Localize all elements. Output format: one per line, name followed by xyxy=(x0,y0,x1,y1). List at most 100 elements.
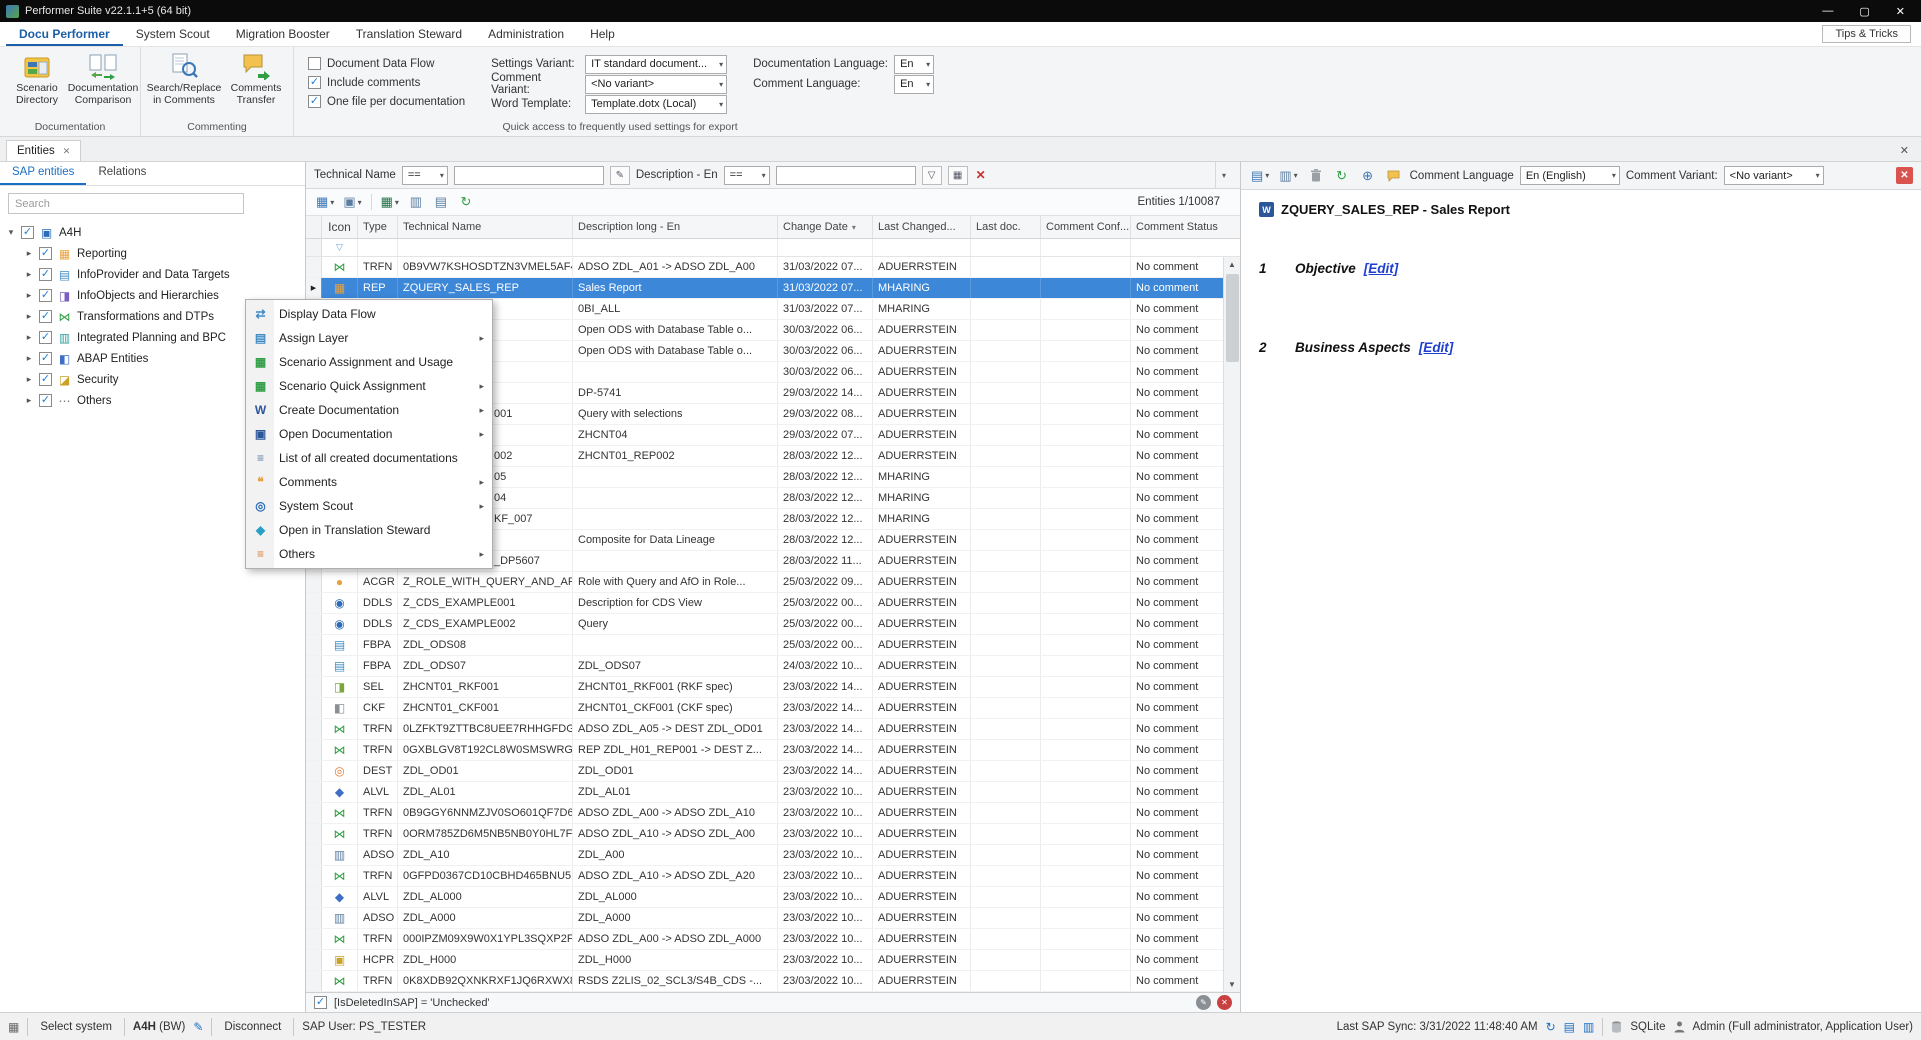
scroll-up-icon[interactable]: ▲ xyxy=(1224,257,1240,272)
table-row[interactable]: ⋈TRFN0GFPD0367CD10CBHD465BNU5ADSO ZDL_A1… xyxy=(306,866,1223,887)
scroll-down-icon[interactable]: ▼ xyxy=(1224,977,1240,992)
table-row[interactable]: ◉DDLSZ_CDS_EXAMPLE002Query25/03/2022 00.… xyxy=(306,614,1223,635)
select-comment-variant[interactable]: <No variant>▾ xyxy=(585,75,727,94)
documentation-comparison-button[interactable]: Documentation Comparison xyxy=(70,50,136,108)
ribbon-tab-help[interactable]: Help xyxy=(577,22,628,46)
ribbon-tab-administration[interactable]: Administration xyxy=(475,22,577,46)
menu-item-create-documentation[interactable]: WCreate Documentation▸ xyxy=(248,398,490,422)
minimize-button[interactable]: — xyxy=(1822,5,1833,18)
tab-entities[interactable]: Entities ✕ xyxy=(6,140,81,161)
excel-export-icon[interactable]: ▦▾ xyxy=(379,192,401,212)
filter-editor-icon[interactable]: ▽ xyxy=(922,166,942,185)
tree-item-infoprovider-and-data-targets[interactable]: ▸✓▤InfoProvider and Data Targets xyxy=(0,264,305,285)
maximize-button[interactable]: ▢ xyxy=(1859,5,1869,18)
column-header-comment-status[interactable]: Comment Status xyxy=(1131,216,1240,238)
table-row[interactable]: ⋈TRFN0B9GGY6NNMZJV0SO601QF7D6ADSO ZDL_A0… xyxy=(306,803,1223,824)
select-settings-variant[interactable]: IT standard document...▾ xyxy=(585,55,727,74)
menu-item-scenario-quick-assignment[interactable]: ▦Scenario Quick Assignment▸ xyxy=(248,374,490,398)
expander-icon[interactable]: ▸ xyxy=(24,374,34,385)
export-option-document-data-flow[interactable]: Document Data Flow xyxy=(308,54,465,73)
autofilter-cell[interactable] xyxy=(358,239,398,256)
table-row[interactable]: ⋈TRFN0LZFKT9ZTTBC8UEE7RHHGFDGFADSO ZDL_A… xyxy=(306,719,1223,740)
column-header-type[interactable]: Type xyxy=(358,216,398,238)
checkbox-icon[interactable]: ✓ xyxy=(21,226,34,239)
tab-relations[interactable]: Relations xyxy=(86,162,158,185)
refresh-icon[interactable]: ↻ xyxy=(456,192,476,212)
autofilter-cell[interactable] xyxy=(1131,239,1240,256)
layout-settings-icon[interactable]: ▦▾ xyxy=(314,192,336,212)
ribbon-tab-system-scout[interactable]: System Scout xyxy=(123,22,223,46)
checkbox-icon[interactable]: ✓ xyxy=(39,331,52,344)
close-button[interactable]: ✕ xyxy=(1896,5,1905,18)
sync-log-icon[interactable]: ▥ xyxy=(1583,1020,1594,1034)
comments-transfer-button[interactable]: Comments Transfer xyxy=(223,50,289,108)
description-filter-input[interactable] xyxy=(776,166,916,185)
technical-name-filter-input[interactable] xyxy=(454,166,604,185)
comment-variant-select[interactable]: <No variant>▾ xyxy=(1724,166,1824,185)
column-header-last-changed[interactable]: Last Changed... xyxy=(873,216,971,238)
filter-dropdown-icon[interactable]: ▾ xyxy=(1215,162,1232,188)
ribbon-tab-docu-performer[interactable]: Docu Performer xyxy=(6,22,123,46)
search-input[interactable] xyxy=(8,193,244,214)
expander-icon[interactable]: ▸ xyxy=(24,269,34,280)
edit-link[interactable]: [Edit] xyxy=(1419,340,1454,355)
autofilter-cell[interactable] xyxy=(573,239,778,256)
table-row[interactable]: ▶▦REPZQUERY_SALES_REPSales Report31/03/2… xyxy=(306,278,1223,299)
checkbox-icon[interactable]: ✓ xyxy=(39,268,52,281)
close-preview-icon[interactable]: ✕ xyxy=(1896,167,1913,184)
close-filter-icon[interactable]: ✕ xyxy=(1217,995,1232,1010)
table-row[interactable]: ▥ADSOZDL_A000ZDL_A00023/03/2022 10...ADU… xyxy=(306,908,1223,929)
tree-item-a4h[interactable]: ▾✓▣A4H xyxy=(0,222,305,243)
comments-bubble-icon[interactable] xyxy=(1384,166,1404,186)
sync-now-icon[interactable]: ↻ xyxy=(1546,1020,1556,1034)
table-row[interactable]: ⋈TRFN0B9VW7KSHOSDTZN3VMEL5AF4ADSO ZDL_A0… xyxy=(306,257,1223,278)
table-row[interactable]: ●ACGRZ_ROLE_WITH_QUERY_AND_AFRole with Q… xyxy=(306,572,1223,593)
panel-grid-icon[interactable]: ▦ xyxy=(8,1020,19,1034)
expander-icon[interactable]: ▾ xyxy=(6,227,16,238)
wildcard-edit-icon[interactable]: ✎ xyxy=(610,166,630,185)
close-panel-icon[interactable]: ✕ xyxy=(1894,144,1915,161)
checkbox-icon[interactable]: ✓ xyxy=(39,310,52,323)
table-row[interactable]: ◆ALVLZDL_AL000ZDL_AL00023/03/2022 10...A… xyxy=(306,887,1223,908)
delete-doc-icon[interactable] xyxy=(1306,166,1326,186)
export-doc-icon[interactable]: ▥▾ xyxy=(1277,166,1299,186)
table-row[interactable]: ◉DDLSZ_CDS_EXAMPLE001Description for CDS… xyxy=(306,593,1223,614)
menu-item-list-of-all-created-documentations[interactable]: ≡List of all created documentations xyxy=(248,446,490,470)
table-row[interactable]: ▤FBPAZDL_ODS0825/03/2022 00...ADUERRSTEI… xyxy=(306,635,1223,656)
table-row[interactable]: ◧CKFZHCNT01_CKF001ZHCNT01_CKF001 (CKF sp… xyxy=(306,698,1223,719)
scenario-directory-button[interactable]: Scenario Directory xyxy=(4,50,70,108)
autofilter-cell[interactable] xyxy=(778,239,873,256)
menu-item-others[interactable]: ≡Others▸ xyxy=(248,542,490,566)
autofilter-cell[interactable] xyxy=(398,239,573,256)
column-header-last-doc[interactable]: Last doc. xyxy=(971,216,1041,238)
expander-icon[interactable]: ▸ xyxy=(24,332,34,343)
menu-item-scenario-assignment-and-usage[interactable]: ▦Scenario Assignment and Usage xyxy=(248,350,490,374)
menu-item-open-in-translation-steward[interactable]: ◆Open in Translation Steward xyxy=(248,518,490,542)
edit-filter-icon[interactable]: ✎ xyxy=(1196,995,1211,1010)
save-layout-icon[interactable]: ▣▾ xyxy=(341,192,363,212)
comment-language-select[interactable]: En (English)▾ xyxy=(1520,166,1620,185)
disconnect-button[interactable]: Disconnect xyxy=(220,1021,285,1033)
clear-filter-icon[interactable]: ✕ xyxy=(974,168,988,182)
table-row[interactable]: ⋈TRFN000IPZM09X9W0X1YPL3SQXP2FADSO ZDL_A… xyxy=(306,929,1223,950)
select-system-button[interactable]: Select system xyxy=(36,1021,116,1033)
column-header-technical-name[interactable]: Technical Name xyxy=(398,216,573,238)
scrollbar-thumb[interactable] xyxy=(1226,274,1239,362)
checkbox-icon[interactable]: ✓ xyxy=(39,289,52,302)
autofilter-cell[interactable] xyxy=(971,239,1041,256)
menu-item-system-scout[interactable]: ◎System Scout▸ xyxy=(248,494,490,518)
column-header-change-date[interactable]: Change Date▾ xyxy=(778,216,873,238)
sync-queue-icon[interactable]: ▤ xyxy=(1564,1020,1575,1034)
tree-item-reporting[interactable]: ▸✓▦Reporting xyxy=(0,243,305,264)
table-row[interactable]: ▣HCPRZDL_H000ZDL_H00023/03/2022 10...ADU… xyxy=(306,950,1223,971)
table-row[interactable]: ⋈TRFN0GXBLGV8T192CL8W0SMSWRGFREP ZDL_H01… xyxy=(306,740,1223,761)
menu-item-open-documentation[interactable]: ▣Open Documentation▸ xyxy=(248,422,490,446)
table-row[interactable]: ▥ADSOZDL_A10ZDL_A0023/03/2022 10...ADUER… xyxy=(306,845,1223,866)
vertical-scrollbar[interactable]: ▲ ▼ xyxy=(1223,257,1240,992)
expander-icon[interactable]: ▸ xyxy=(24,395,34,406)
language-globe-icon[interactable]: ⊕ xyxy=(1358,166,1378,186)
table-row[interactable]: ◨SELZHCNT01_RKF001ZHCNT01_RKF001 (RKF sp… xyxy=(306,677,1223,698)
table-row[interactable]: ⋈TRFN0K8XDB92QXNKRXF1JQ6RXWX8RSDS Z2LIS_… xyxy=(306,971,1223,992)
column-chooser-icon[interactable]: ▥ xyxy=(406,192,426,212)
table-row[interactable]: ▤FBPAZDL_ODS07ZDL_ODS0724/03/2022 10...A… xyxy=(306,656,1223,677)
